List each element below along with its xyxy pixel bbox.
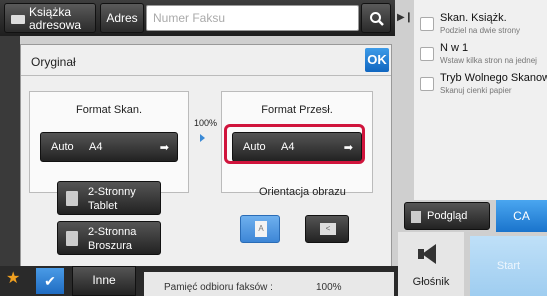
star-icon[interactable]: ★ — [6, 268, 20, 288]
item-subtitle: Skanuj cienki papier — [440, 86, 512, 95]
ratio-label: 100% — [194, 118, 218, 128]
address-book-icon — [11, 15, 25, 24]
highlight-frame — [224, 124, 365, 164]
divider — [21, 75, 391, 76]
speaker-label: Głośnik — [412, 276, 450, 288]
send-format-header: Format Przesł. — [261, 104, 333, 116]
item-title: Tryb Wolnego Skanowania — [440, 72, 547, 84]
duplex-tablet-button[interactable]: 2-Stronny Tablet — [57, 181, 161, 215]
right-panel: Skan. Książk. Podziel na dwie strony N w… — [414, 0, 547, 200]
item-subtitle: Podziel na dwie strony — [440, 26, 521, 35]
landscape-doc-icon: < — [320, 223, 336, 235]
item-subtitle: Wstaw kilka stron na jednej — [440, 56, 537, 65]
left-strip — [0, 36, 20, 266]
memory-value: 100% — [316, 282, 342, 293]
duplex-booklet-label: 2-Stronna Broszura — [88, 226, 137, 252]
checkbox[interactable] — [420, 77, 434, 91]
scan-size: A4 — [89, 141, 103, 153]
address-book-button[interactable]: Książka adresowa — [4, 3, 96, 33]
ca-button[interactable]: CA — [496, 200, 547, 232]
list-item-slow-scan[interactable]: Tryb Wolnego Skanowania Skanuj cienki pa… — [420, 72, 547, 100]
memory-label: Pamięć odbioru faksów : — [164, 282, 273, 293]
address-book-label: Książka adresowa — [29, 5, 82, 32]
tablet-doc-icon — [66, 191, 78, 206]
scan-format-header: Format Skan. — [75, 104, 143, 116]
fax-number-input[interactable]: Numer Faksu — [146, 5, 359, 31]
scan-format-button[interactable]: Auto A4 ➡ — [40, 132, 178, 162]
top-bar: Książka adresowa Adres Numer Faksu — [0, 0, 395, 36]
search-icon — [370, 12, 384, 26]
checkbox[interactable] — [420, 47, 434, 61]
check-icon[interactable]: ✔ — [36, 268, 64, 294]
scan-mode: Auto — [51, 141, 74, 153]
duplex-booklet-button[interactable]: 2-Stronna Broszura — [57, 221, 161, 255]
preview-button[interactable]: Podgląd — [404, 202, 490, 230]
orientation-label: Orientacja obrazu — [259, 186, 346, 198]
start-button[interactable]: Start — [470, 236, 547, 296]
list-item-book-scan[interactable]: Skan. Książk. Podziel na dwie strony — [420, 12, 547, 40]
arrow-right-icon: ➡ — [159, 142, 169, 154]
speaker-icon — [422, 244, 436, 264]
scan-format-box: Format Skan. Auto A4 ➡ — [29, 91, 189, 193]
preview-icon — [411, 211, 421, 223]
portrait-doc-icon: A — [255, 221, 267, 237]
checkbox[interactable] — [420, 17, 434, 31]
search-button[interactable] — [361, 3, 391, 33]
other-button[interactable]: Inne — [72, 266, 136, 296]
item-title: Skan. Książk. — [440, 12, 507, 24]
ratio-arrow-icon — [200, 134, 205, 142]
ok-button[interactable]: OK — [365, 48, 389, 72]
duplex-tablet-label: 2-Stronny Tablet — [88, 186, 136, 212]
address-button[interactable]: Adres — [100, 3, 144, 33]
preview-label: Podgląd — [427, 210, 468, 222]
memory-status: Pamięć odbioru faksów : 100% — [144, 272, 394, 296]
list-item-n-in-1[interactable]: N w 1 Wstaw kilka stron na jednej — [420, 42, 547, 70]
speaker-button[interactable]: Głośnik — [398, 232, 464, 296]
booklet-doc-icon — [66, 231, 78, 246]
panel-toggle-icon[interactable]: ▶❙ — [396, 0, 414, 36]
item-title: N w 1 — [440, 42, 469, 54]
orientation-portrait-button[interactable]: A — [240, 215, 280, 243]
dialog-title: Oryginał — [31, 55, 76, 69]
orientation-landscape-button[interactable]: < — [305, 215, 349, 243]
